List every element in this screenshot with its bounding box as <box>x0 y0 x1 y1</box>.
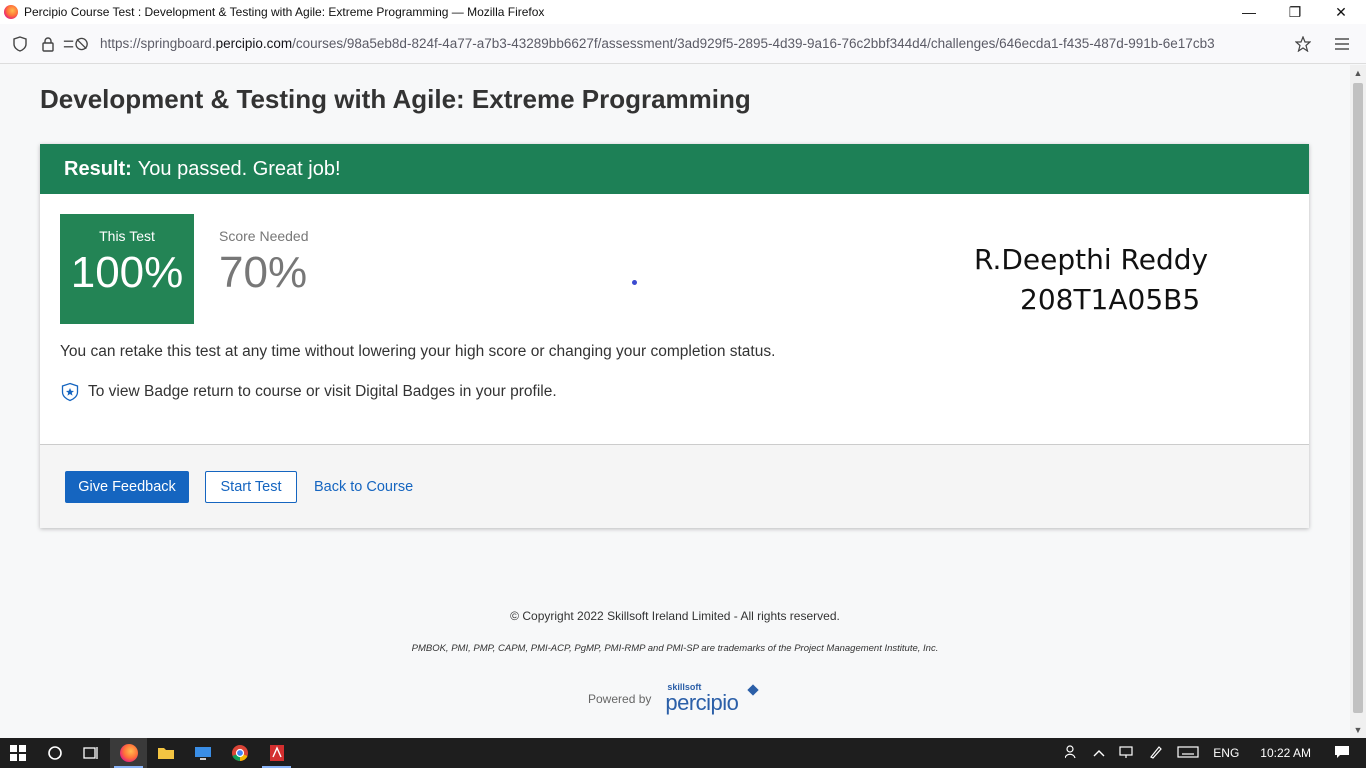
result-label: Result: <box>64 157 132 180</box>
this-test-value: 100% <box>70 248 184 297</box>
page-scrollbar[interactable]: ▲ ▼ <box>1350 65 1366 738</box>
card-actions: Give Feedback Start Test Back to Course <box>40 444 1309 528</box>
search-icon[interactable] <box>36 738 73 768</box>
copyright-text: © Copyright 2022 Skillsoft Ireland Limit… <box>510 609 840 623</box>
window-title-bar: Percipio Course Test : Development & Tes… <box>0 0 1366 24</box>
give-feedback-button[interactable]: Give Feedback <box>65 471 189 503</box>
minimize-button[interactable]: — <box>1226 0 1272 24</box>
logo-diamond-icon <box>747 684 760 696</box>
people-icon[interactable] <box>1064 744 1079 762</box>
url-prefix: https://springboard. <box>100 36 216 51</box>
network-icon[interactable] <box>1119 745 1135 762</box>
result-banner: Result: You passed. Great job! <box>40 144 1309 194</box>
restore-button[interactable]: ❐ <box>1272 0 1318 24</box>
chrome-icon[interactable] <box>221 738 258 768</box>
result-text: You passed. Great job! <box>137 157 341 180</box>
score-needed-value: 70% <box>219 248 308 297</box>
percipio-logo[interactable]: skillsoft percipio <box>665 682 761 715</box>
language-indicator[interactable]: ENG <box>1213 746 1239 760</box>
pdf-reader-icon[interactable] <box>258 738 295 768</box>
url-path: /courses/98a5eb8d-824f-4a77-a7b3-43289bb… <box>292 36 1215 51</box>
percipio-logo-text: percipio <box>665 690 739 715</box>
back-to-course-link[interactable]: Back to Course <box>314 479 413 495</box>
close-button[interactable]: ✕ <box>1318 0 1364 24</box>
clock-time[interactable]: 10:22 AM <box>1260 746 1311 760</box>
score-needed-label: Score Needed <box>219 228 309 244</box>
scroll-down-arrow-icon[interactable]: ▼ <box>1350 722 1366 738</box>
badge-info: To view Badge return to course or visit … <box>60 382 557 402</box>
scroll-up-arrow-icon[interactable]: ▲ <box>1350 65 1366 81</box>
lock-icon[interactable] <box>34 30 62 58</box>
shield-icon[interactable] <box>6 30 34 58</box>
url-field[interactable]: https://springboard.percipio.com/courses… <box>100 36 1276 51</box>
page-title: Development & Testing with Agile: Extrem… <box>40 84 751 114</box>
handwritten-id: 208T1A05B5 <box>1020 283 1201 316</box>
keyboard-icon[interactable] <box>1177 745 1199 761</box>
pen-icon[interactable] <box>1149 745 1163 762</box>
remote-desktop-icon[interactable] <box>184 738 221 768</box>
notification-icon[interactable] <box>1334 745 1350 762</box>
powered-by-text: Powered by <box>588 692 652 706</box>
handwritten-annotation: R.Deepthi Reddy 208T1A05B5 <box>974 240 1208 320</box>
menu-hamburger-icon[interactable] <box>1328 30 1356 58</box>
task-view-icon[interactable] <box>73 738 110 768</box>
navigation-bar: https://springboard.percipio.com/courses… <box>0 24 1366 64</box>
retake-info-text: You can retake this test at any time wit… <box>60 343 776 360</box>
badge-shield-icon <box>61 382 79 402</box>
file-explorer-icon[interactable] <box>147 738 184 768</box>
powered-by: Powered by skillsoft percipio <box>588 682 761 715</box>
window-title: Percipio Course Test : Development & Tes… <box>24 5 545 19</box>
bookmark-star-icon[interactable] <box>1289 30 1317 58</box>
firefox-icon <box>4 5 18 19</box>
firefox-taskbar-icon[interactable] <box>110 738 147 768</box>
handwritten-name: R.Deepthi Reddy <box>974 243 1209 276</box>
trademark-text: PMBOK, PMI, PMP, CAPM, PMI-ACP, PgMP, PM… <box>411 643 939 654</box>
windows-start-icon[interactable] <box>0 738 36 768</box>
badge-info-text: To view Badge return to course or visit … <box>88 383 557 400</box>
system-tray: ENG 10:22 AM <box>1058 738 1366 768</box>
score-needed: Score Needed 70% <box>219 214 309 298</box>
windows-taskbar: ENG 10:22 AM <box>0 738 1366 768</box>
start-test-button[interactable]: Start Test <box>205 471 297 503</box>
loading-dot <box>632 280 637 285</box>
scrollbar-thumb[interactable] <box>1353 83 1363 713</box>
permissions-icon[interactable] <box>62 30 90 58</box>
result-card: Result: You passed. Great job! This Test… <box>40 144 1309 528</box>
this-test-score: This Test 100% <box>60 214 194 324</box>
url-host: percipio.com <box>215 36 293 51</box>
chevron-up-icon[interactable] <box>1093 746 1105 760</box>
this-test-label: This Test <box>99 228 155 244</box>
